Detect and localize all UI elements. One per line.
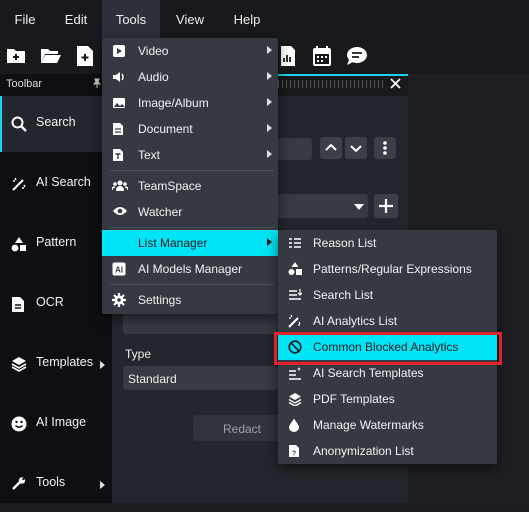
svg-text:AI: AI (115, 266, 123, 275)
sidebar-item-ocr[interactable]: OCR (0, 276, 112, 332)
sidebar-item-tools[interactable]: Tools (0, 456, 112, 512)
redact-button[interactable]: Redact (193, 415, 291, 441)
sidebar-title: Toolbar (6, 78, 43, 90)
shapes-icon (288, 262, 302, 276)
ai-chip-icon: AI (112, 262, 126, 276)
type-label: Type (125, 347, 152, 361)
toolbox-icon (11, 476, 27, 492)
close-icon[interactable] (390, 78, 401, 89)
shapes-icon (11, 236, 27, 252)
team-icon (112, 179, 128, 193)
menu-item-watcher[interactable]: Watcher (102, 199, 278, 225)
add-document-icon[interactable] (76, 45, 94, 67)
ai-template-icon (288, 366, 302, 380)
move-down-button[interactable] (345, 137, 367, 159)
chevron-right-icon (100, 361, 105, 369)
sidebar-item-label: AI Image (36, 415, 87, 429)
anonymize-document-icon: ? (288, 444, 300, 458)
menu-item-audio[interactable]: Audio (102, 64, 278, 90)
layers-icon (11, 356, 27, 372)
pin-icon[interactable] (92, 78, 102, 88)
move-up-button[interactable] (320, 137, 342, 159)
chevron-right-icon (100, 481, 105, 489)
document-icon (112, 122, 124, 136)
speaker-icon (112, 70, 126, 84)
open-folder-icon[interactable] (40, 46, 62, 66)
redact-button-label: Redact (222, 422, 262, 436)
image-icon (112, 96, 126, 110)
submenu-arrow-icon (267, 124, 272, 132)
type-select[interactable]: Standard (123, 366, 278, 390)
menu-item-video[interactable]: Video (102, 38, 278, 64)
list-icon (288, 236, 302, 250)
chevron-down-icon (354, 204, 364, 210)
submenu-arrow-icon (267, 150, 272, 158)
sidebar-item-ai-image[interactable]: AI Image (0, 396, 112, 452)
svg-text:?: ? (292, 451, 296, 458)
sidebar-item-label: Templates (36, 355, 93, 369)
calendar-icon[interactable] (312, 45, 332, 67)
sidebar-item-label: AI Search (36, 175, 91, 189)
menu-item-pdf-templates[interactable]: PDF Templates (278, 386, 497, 412)
menu-view[interactable]: View (162, 0, 218, 40)
menu-item-patterns[interactable]: Patterns/Regular Expressions (278, 256, 497, 282)
submenu-arrow-icon (267, 238, 272, 246)
document-icon (11, 296, 25, 313)
active-indicator (0, 96, 2, 152)
smiley-icon (11, 416, 27, 432)
menu-separator (110, 284, 274, 285)
eye-icon (112, 205, 128, 217)
sidebar-item-pattern[interactable]: Pattern (0, 216, 112, 272)
sidebar-item-label: OCR (36, 295, 64, 309)
gear-icon (112, 293, 126, 307)
menu-item-anonymization-list[interactable]: ? Anonymization List (278, 438, 497, 464)
sidebar-item-label: Pattern (36, 235, 77, 249)
menu-item-text[interactable]: Text (102, 142, 278, 168)
menu-item-teamspace[interactable]: TeamSpace (102, 173, 278, 199)
menu-item-list-manager[interactable]: List Manager (102, 230, 278, 256)
submenu-arrow-icon (267, 46, 272, 54)
drag-handle[interactable] (274, 80, 384, 88)
menu-item-ai-analytics-list[interactable]: AI Analytics List (278, 308, 497, 334)
list-dropdown[interactable] (270, 194, 368, 218)
menu-separator (110, 170, 274, 171)
new-file-icon[interactable] (6, 46, 28, 66)
magic-wand-icon (288, 314, 302, 328)
menu-item-image-album[interactable]: Image/Album (102, 90, 278, 116)
report-icon[interactable] (280, 45, 296, 67)
menu-help[interactable]: Help (220, 0, 274, 40)
menu-tools[interactable]: Tools (102, 0, 160, 40)
menu-item-reason-list[interactable]: Reason List (278, 230, 497, 256)
highlight-box (274, 332, 502, 365)
sidebar-item-search[interactable]: Search (0, 96, 112, 152)
add-button[interactable] (374, 194, 398, 218)
sidebar-item-label: Search (36, 115, 76, 129)
chat-icon[interactable] (346, 46, 368, 66)
menu-separator (110, 227, 274, 228)
search-icon (11, 116, 27, 132)
menu-item-ai-models-manager[interactable]: AI AI Models Manager (102, 256, 278, 282)
droplet-icon (288, 418, 300, 432)
menu-item-search-list[interactable]: Search List (278, 282, 497, 308)
menu-item-manage-watermarks[interactable]: Manage Watermarks (278, 412, 497, 438)
submenu-arrow-icon (267, 72, 272, 80)
video-icon (112, 44, 126, 58)
tools-menu: Video Audio Image/Album Document Text Te… (102, 38, 278, 314)
more-options-button[interactable] (374, 137, 396, 159)
menu-item-document[interactable]: Document (102, 116, 278, 142)
type-select-value: Standard (128, 372, 177, 386)
menu-edit[interactable]: Edit (52, 0, 100, 40)
magic-wand-icon (11, 176, 27, 192)
sidebar-item-templates[interactable]: Templates (0, 336, 112, 392)
menu-item-settings[interactable]: Settings (102, 287, 278, 313)
submenu-arrow-icon (267, 98, 272, 106)
sorted-list-icon (288, 288, 302, 302)
text-file-icon (112, 148, 124, 162)
sidebar-item-label: Tools (36, 475, 66, 489)
menu-file[interactable]: File (0, 0, 50, 40)
sidebar-item-ai-search[interactable]: AI Search (0, 156, 112, 212)
layers-icon (288, 392, 302, 406)
